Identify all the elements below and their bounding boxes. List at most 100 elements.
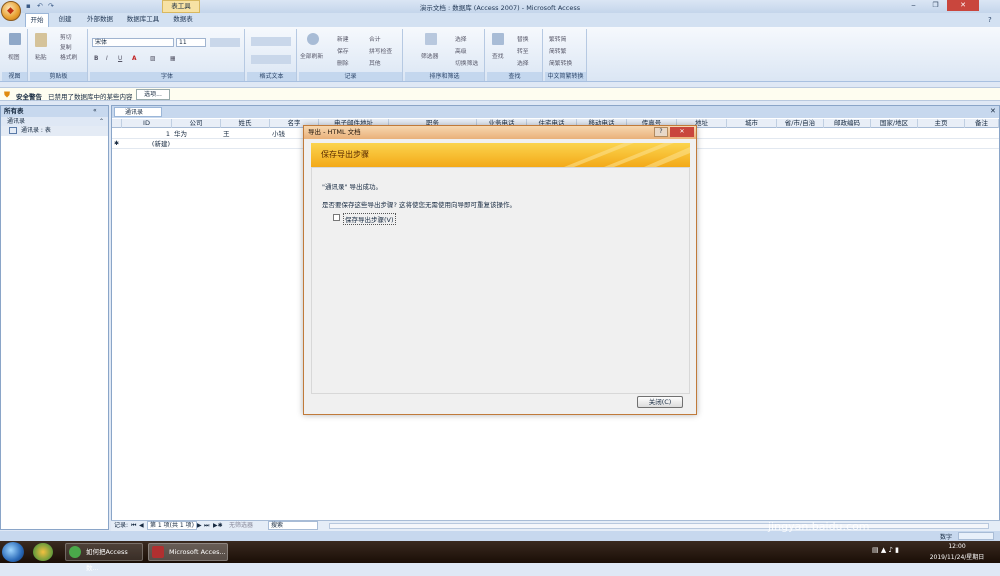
- gridlines-icon[interactable]: ▦: [170, 56, 175, 62]
- dialog-help-button[interactable]: ?: [654, 127, 668, 137]
- save-record-button[interactable]: 保存: [337, 46, 349, 55]
- document-tab-contacts[interactable]: 通讯录: [114, 107, 162, 117]
- browser-pinned-icon[interactable]: [33, 543, 53, 561]
- goto-button[interactable]: 转至: [517, 46, 529, 55]
- cell-id-new[interactable]: (新建): [122, 139, 170, 149]
- align-buttons[interactable]: [210, 38, 240, 47]
- new-record-button[interactable]: 新建: [337, 34, 349, 43]
- dialog-body: "通讯录" 导出成功。 是否要保存这些导出步骤? 这将使您无需使用向导即可重复该…: [311, 167, 690, 394]
- more-button[interactable]: 其他: [369, 58, 381, 67]
- next-record-icon[interactable]: ▶: [197, 521, 202, 531]
- tab-home[interactable]: 开始: [25, 13, 49, 27]
- find-button[interactable]: 查找: [492, 51, 504, 60]
- group-label-records: 记录: [299, 72, 402, 81]
- close-window-button[interactable]: ✕: [947, 0, 979, 11]
- paste-icon[interactable]: [35, 33, 47, 47]
- cut-button[interactable]: 剪切: [60, 32, 72, 41]
- refresh-icon[interactable]: [307, 33, 319, 45]
- first-record-icon[interactable]: ⏮: [131, 521, 136, 531]
- security-warning-bar: ⛊ 安全警告 已禁用了数据库中的某些内容 选项...: [0, 87, 1000, 101]
- filter-status[interactable]: 无筛选器: [229, 521, 253, 531]
- indent-buttons[interactable]: [251, 37, 291, 46]
- search-input[interactable]: 搜索: [268, 521, 318, 530]
- cell-id[interactable]: 1: [122, 129, 170, 139]
- totals-button[interactable]: 合计: [369, 34, 381, 43]
- select-button[interactable]: 选择: [517, 58, 529, 67]
- start-button[interactable]: [2, 542, 24, 562]
- paste-label[interactable]: 粘贴: [35, 52, 47, 61]
- copy-button[interactable]: 复制: [60, 42, 72, 51]
- nav-group-label[interactable]: 通讯录: [1, 117, 108, 126]
- spelling-button[interactable]: 拼写检查: [369, 46, 392, 55]
- simp-to-trad-button[interactable]: 简转繁: [549, 46, 566, 55]
- ribbon: 视图 视图 粘贴 剪切 复制 格式刷 剪贴板 宋体 11 B I U A ▨ ▦…: [0, 27, 1000, 82]
- security-options-button[interactable]: 选项...: [136, 89, 170, 100]
- replace-button[interactable]: 替换: [517, 34, 529, 43]
- tab-external-data[interactable]: 外部数据: [82, 13, 118, 27]
- redo-icon[interactable]: ↷: [48, 2, 56, 10]
- column-header[interactable]: 姓氏: [221, 119, 270, 128]
- office-button[interactable]: ◆: [1, 1, 21, 21]
- nav-group-toggle-icon[interactable]: ⌃: [99, 118, 104, 125]
- trad-to-simp-button[interactable]: 繁转简: [549, 34, 566, 43]
- minimize-button[interactable]: ‒: [903, 0, 924, 11]
- list-buttons[interactable]: [251, 55, 291, 64]
- fill-color-icon[interactable]: ▨: [150, 56, 155, 62]
- view-button-label[interactable]: 视图: [8, 52, 20, 61]
- dialog-close-icon[interactable]: ✕: [670, 127, 694, 137]
- conversion-button[interactable]: 简繁转换: [549, 58, 572, 67]
- ribbon-tabs: 开始 创建 外部数据 数据库工具 数据表 ?: [0, 13, 1000, 27]
- security-message: 已禁用了数据库中的某些内容: [48, 93, 133, 101]
- close-doc-icon[interactable]: ✕: [990, 107, 996, 115]
- save-steps-checkbox[interactable]: [333, 214, 340, 221]
- maximize-button[interactable]: ❐: [925, 0, 946, 11]
- column-header[interactable]: 公司: [172, 119, 221, 128]
- column-header[interactable]: 主页: [918, 119, 965, 128]
- font-color-icon[interactable]: A: [132, 56, 137, 62]
- record-position[interactable]: 第 1 项(共 1 项): [147, 521, 197, 530]
- view-switcher[interactable]: [958, 532, 994, 540]
- last-record-icon[interactable]: ⏭: [204, 521, 209, 531]
- save-steps-label[interactable]: 保存导出步骤(V): [343, 213, 396, 225]
- binoculars-icon[interactable]: [492, 33, 504, 45]
- column-header[interactable]: 邮政编码: [824, 119, 871, 128]
- font-size-select[interactable]: 11: [176, 38, 206, 47]
- column-header[interactable]: 城市: [727, 119, 777, 128]
- tab-database-tools[interactable]: 数据库工具: [122, 13, 164, 27]
- undo-icon[interactable]: ↶: [37, 2, 45, 10]
- export-dialog: 导出 - HTML 文档 ? ✕ 保存导出步骤 "通讯录" 导出成功。 是否要保…: [303, 125, 697, 415]
- selection-button[interactable]: 选择: [455, 34, 467, 43]
- view-icon[interactable]: [9, 33, 21, 45]
- column-header[interactable]: 备注: [965, 119, 999, 128]
- tab-create[interactable]: 创建: [53, 13, 77, 27]
- italic-button[interactable]: I: [106, 56, 108, 62]
- clock-date[interactable]: 2019/11/24/星期日: [922, 552, 992, 561]
- select-all-corner[interactable]: [112, 119, 122, 128]
- nav-header[interactable]: 所有表: [1, 106, 108, 117]
- cell-last-name[interactable]: 王: [223, 129, 269, 139]
- filter-icon[interactable]: [425, 33, 437, 45]
- refresh-all-button[interactable]: 全部刷新: [300, 51, 323, 60]
- format-painter-button[interactable]: 格式刷: [60, 52, 77, 61]
- dialog-close-button[interactable]: 关闭(C): [637, 396, 683, 408]
- filter-button[interactable]: 筛选器: [421, 51, 438, 60]
- column-header[interactable]: ID: [122, 119, 172, 128]
- group-label-chinese-conversion: 中文简繁转换: [545, 72, 586, 81]
- tab-datasheet[interactable]: 数据表: [168, 13, 198, 27]
- cell-company[interactable]: 华为: [174, 129, 220, 139]
- new-record-nav-icon[interactable]: ▶✱: [213, 521, 223, 531]
- font-family-select[interactable]: 宋体: [92, 38, 174, 47]
- column-header[interactable]: 国家/地区: [871, 119, 918, 128]
- toggle-filter-button[interactable]: 切换筛选: [455, 58, 478, 67]
- underline-button[interactable]: U: [118, 56, 122, 62]
- prev-record-icon[interactable]: ◀: [139, 521, 144, 531]
- nav-item-contacts-table[interactable]: 通讯录 : 表: [1, 126, 108, 136]
- delete-record-button[interactable]: 删除: [337, 58, 349, 67]
- tray-icons[interactable]: ▤ ▲ ♪ ▮: [872, 546, 899, 554]
- bold-button[interactable]: B: [94, 56, 98, 62]
- advanced-button[interactable]: 高级: [455, 46, 467, 55]
- column-header[interactable]: 省/市/自治: [777, 119, 824, 128]
- help-icon[interactable]: ?: [988, 16, 992, 24]
- save-icon[interactable]: ▪: [26, 2, 34, 10]
- nav-collapse-icon[interactable]: «: [93, 107, 97, 114]
